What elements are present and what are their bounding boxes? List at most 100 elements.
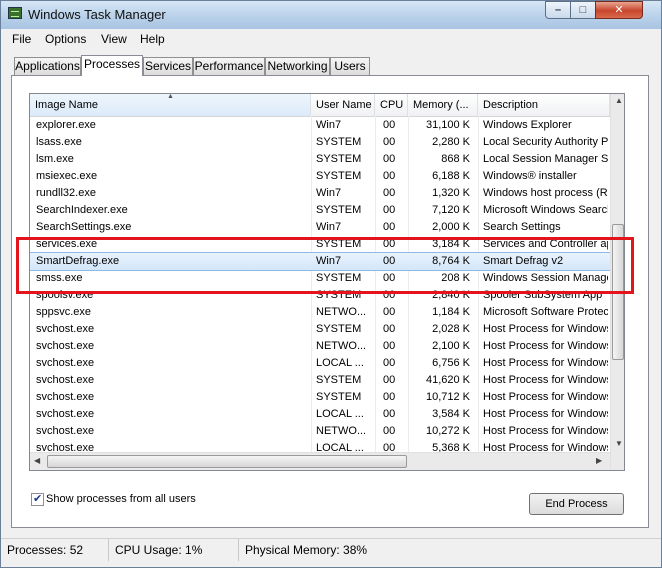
- process-description: Windows Explorer: [483, 119, 572, 131]
- process-cpu: 00: [383, 238, 396, 250]
- title-bar[interactable]: Windows Task Manager – □ ✕: [1, 1, 661, 29]
- process-description: Local Security Authority P: [483, 136, 608, 148]
- process-description: Local Session Manager Se: [483, 153, 608, 165]
- process-cpu: 00: [383, 119, 396, 131]
- process-memory: 3,184 K: [432, 238, 470, 250]
- process-row[interactable]: services.exe SYSTEM 00 3,184 K Services and …: [30, 236, 610, 253]
- tab-services[interactable]: Services: [143, 57, 193, 75]
- process-user-name: Win7: [316, 187, 342, 199]
- process-list[interactable]: ▲ Image Name User Name CPU Memory (... D…: [29, 93, 625, 471]
- process-row[interactable]: svchost.exe SYSTEM 00 41,620 K Host Process …: [30, 372, 610, 389]
- tab-performance[interactable]: Performance: [193, 57, 265, 75]
- process-memory: 41,620 K: [425, 374, 470, 386]
- scroll-right-icon[interactable]: ▶: [596, 456, 602, 465]
- minimize-button[interactable]: –: [545, 1, 571, 19]
- process-cpu: 00: [383, 323, 396, 335]
- process-image-name: services.exe: [36, 238, 98, 250]
- process-row[interactable]: msiexec.exe SYSTEM 00 6,188 K Windows® insta…: [30, 168, 610, 185]
- process-memory: 6,756 K: [432, 357, 470, 369]
- show-all-users-label[interactable]: Show processes from all users: [46, 493, 196, 505]
- process-row[interactable]: svchost.exe NETWO... 00 2,100 K Host Process…: [30, 338, 610, 355]
- scroll-left-icon[interactable]: ◀: [34, 456, 40, 465]
- end-process-button[interactable]: End Process: [529, 493, 624, 515]
- process-image-name: lsass.exe: [36, 136, 82, 148]
- process-cpu: 00: [383, 187, 396, 199]
- process-memory: 7,120 K: [432, 204, 470, 216]
- process-row[interactable]: explorer.exe Win7 00 31,100 K Windows Explor…: [30, 117, 610, 134]
- vertical-scroll-thumb[interactable]: [612, 224, 624, 360]
- menu-file[interactable]: File: [12, 32, 31, 46]
- process-memory: 8,764 K: [432, 255, 470, 267]
- process-description: Windows host process (Ru: [483, 187, 608, 199]
- column-cpu[interactable]: CPU: [375, 94, 408, 116]
- process-cpu: 00: [383, 153, 396, 165]
- process-image-name: SmartDefrag.exe: [36, 255, 120, 267]
- horizontal-scrollbar[interactable]: ◀ ▶: [30, 452, 610, 470]
- process-row[interactable]: SearchIndexer.exe SYSTEM 00 7,120 K Microsof…: [30, 202, 610, 219]
- process-description: Windows Session Manage: [483, 272, 608, 284]
- process-memory: 3,584 K: [432, 408, 470, 420]
- process-description: Services and Controller ap: [483, 238, 608, 250]
- process-image-name: svchost.exe: [36, 374, 95, 386]
- process-row[interactable]: svchost.exe LOCAL ... 00 3,584 K Host Proces…: [30, 406, 610, 423]
- process-row[interactable]: lsass.exe SYSTEM 00 2,280 K Local Security A…: [30, 134, 610, 151]
- task-manager-icon: [8, 7, 22, 19]
- sort-ascending-icon: ▲: [167, 94, 174, 100]
- column-image-name[interactable]: ▲ Image Name: [30, 94, 311, 116]
- process-user-name: NETWO...: [316, 306, 367, 318]
- process-row[interactable]: SearchSettings.exe Win7 00 2,000 K Search Se…: [30, 219, 610, 236]
- menu-help[interactable]: Help: [140, 32, 165, 46]
- process-memory: 2,840 K: [432, 289, 470, 301]
- process-user-name: SYSTEM: [316, 323, 362, 335]
- vertical-scrollbar[interactable]: ▲ ▼: [610, 94, 624, 470]
- process-description: Microsoft Windows Search: [483, 204, 608, 216]
- process-row[interactable]: svchost.exe NETWO... 00 10,272 K Host Proces…: [30, 423, 610, 440]
- process-user-name: SYSTEM: [316, 391, 362, 403]
- menu-options[interactable]: Options: [45, 32, 86, 46]
- column-user-name[interactable]: User Name: [311, 94, 375, 116]
- maximize-button[interactable]: □: [570, 1, 596, 19]
- scroll-down-icon[interactable]: ▼: [615, 439, 623, 448]
- status-physical-memory: Physical Memory: 38%: [245, 543, 368, 557]
- process-description: Windows® installer: [483, 170, 577, 182]
- process-cpu: 00: [383, 306, 396, 318]
- process-memory: 2,280 K: [432, 136, 470, 148]
- process-row[interactable]: smss.exe SYSTEM 00 208 K Windows Session Man…: [30, 270, 610, 287]
- process-memory: 6,188 K: [432, 170, 470, 182]
- window-title: Windows Task Manager: [28, 7, 166, 22]
- process-row[interactable]: SmartDefrag.exe Win7 00 8,764 K Smart Defrag…: [30, 252, 611, 271]
- process-description: Host Process for Windows: [483, 408, 608, 420]
- process-cpu: 00: [383, 425, 396, 437]
- process-cpu: 00: [383, 272, 396, 284]
- process-description: Microsoft Software Protect: [483, 306, 608, 318]
- process-row[interactable]: lsm.exe SYSTEM 00 868 K Local Session Manage…: [30, 151, 610, 168]
- process-row[interactable]: spoolsv.exe SYSTEM 00 2,840 K Spooler SubSys…: [30, 287, 610, 304]
- close-button[interactable]: ✕: [595, 1, 643, 19]
- column-memory[interactable]: Memory (...: [408, 94, 478, 116]
- process-row[interactable]: sppsvc.exe NETWO... 00 1,184 K Microsoft Sof…: [30, 304, 610, 321]
- process-user-name: SYSTEM: [316, 272, 362, 284]
- process-image-name: svchost.exe: [36, 340, 95, 352]
- show-all-users-checkbox[interactable]: [31, 492, 44, 506]
- tab-users[interactable]: Users: [330, 57, 370, 75]
- tab-networking[interactable]: Networking: [265, 57, 330, 75]
- column-image-name-label: Image Name: [35, 99, 98, 111]
- process-memory: 1,320 K: [432, 187, 470, 199]
- scroll-up-icon[interactable]: ▲: [615, 96, 623, 105]
- process-row[interactable]: svchost.exe SYSTEM 00 10,712 K Host Process …: [30, 389, 610, 406]
- process-row[interactable]: svchost.exe LOCAL ... 00 6,756 K Host Proces…: [30, 355, 610, 372]
- process-row[interactable]: svchost.exe SYSTEM 00 2,028 K Host Process f…: [30, 321, 610, 338]
- process-user-name: Win7: [316, 119, 342, 131]
- process-user-name: Win7: [316, 221, 342, 233]
- horizontal-scroll-thumb[interactable]: [47, 455, 407, 468]
- menu-view[interactable]: View: [101, 32, 127, 46]
- process-cpu: 00: [383, 289, 396, 301]
- tab-processes[interactable]: Processes: [81, 55, 143, 76]
- list-header: ▲ Image Name User Name CPU Memory (... D…: [30, 94, 610, 117]
- column-description[interactable]: Description: [478, 94, 610, 116]
- process-user-name: SYSTEM: [316, 374, 362, 386]
- process-description: Host Process for Windows: [483, 323, 608, 335]
- process-row[interactable]: rundll32.exe Win7 00 1,320 K Windows host pr…: [30, 185, 610, 202]
- tab-applications[interactable]: Applications: [14, 57, 81, 75]
- menu-bar: File Options View Help: [1, 30, 661, 50]
